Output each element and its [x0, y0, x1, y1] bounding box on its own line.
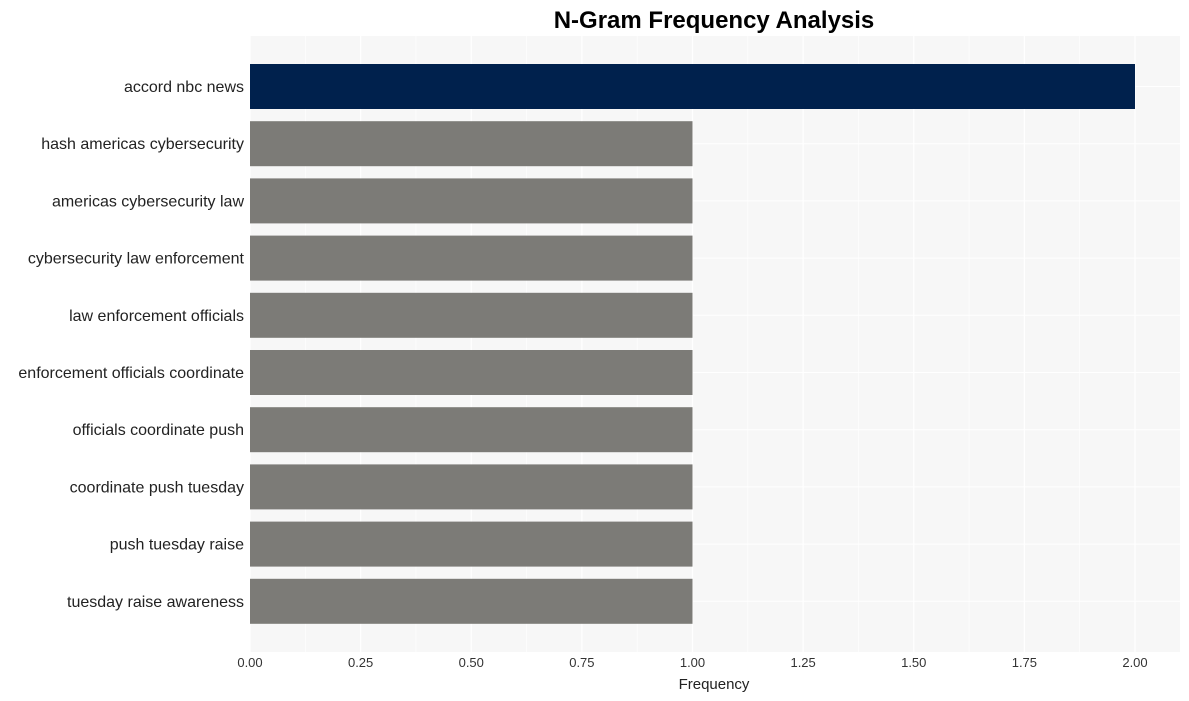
y-tick-label: accord nbc news	[124, 79, 244, 96]
x-tick-label: 0.50	[459, 655, 484, 670]
bar	[250, 292, 693, 338]
y-tick-label: enforcement officials coordinate	[18, 365, 244, 382]
bar	[250, 578, 693, 624]
x-axis-ticks: 0.00 0.25 0.50 0.75 1.00 1.25 1.50 1.75 2.00	[237, 655, 1147, 670]
y-tick-label: tuesday raise awareness	[67, 594, 244, 611]
chart: accord nbc news hash americas cybersecuri…	[18, 7, 1180, 693]
y-tick-label: push tuesday raise	[110, 537, 244, 554]
x-tick-label: 1.25	[790, 655, 815, 670]
y-axis-labels: accord nbc news hash americas cybersecuri…	[18, 79, 244, 611]
bar	[250, 121, 693, 167]
x-tick-label: 0.25	[348, 655, 373, 670]
x-axis-title: Frequency	[679, 676, 750, 693]
x-tick-label: 0.00	[237, 655, 262, 670]
bar	[250, 178, 693, 224]
chart-title: N-Gram Frequency Analysis	[554, 7, 875, 34]
bar	[250, 64, 1135, 109]
x-tick-label: 1.00	[680, 655, 705, 670]
x-tick-label: 0.75	[569, 655, 594, 670]
bar	[250, 464, 693, 510]
bar	[250, 521, 693, 567]
bar	[250, 350, 693, 395]
y-tick-label: hash americas cybersecurity	[41, 136, 244, 153]
x-tick-label: 2.00	[1122, 655, 1147, 670]
x-tick-label: 1.50	[901, 655, 926, 670]
y-tick-label: coordinate push tuesday	[70, 479, 244, 496]
y-tick-label: officials coordinate push	[73, 422, 244, 439]
y-tick-label: americas cybersecurity law	[52, 193, 245, 210]
bar	[250, 235, 693, 281]
y-tick-label: cybersecurity law enforcement	[28, 251, 245, 268]
y-tick-label: law enforcement officials	[69, 308, 244, 325]
bar	[250, 407, 693, 453]
x-tick-label: 1.75	[1012, 655, 1037, 670]
